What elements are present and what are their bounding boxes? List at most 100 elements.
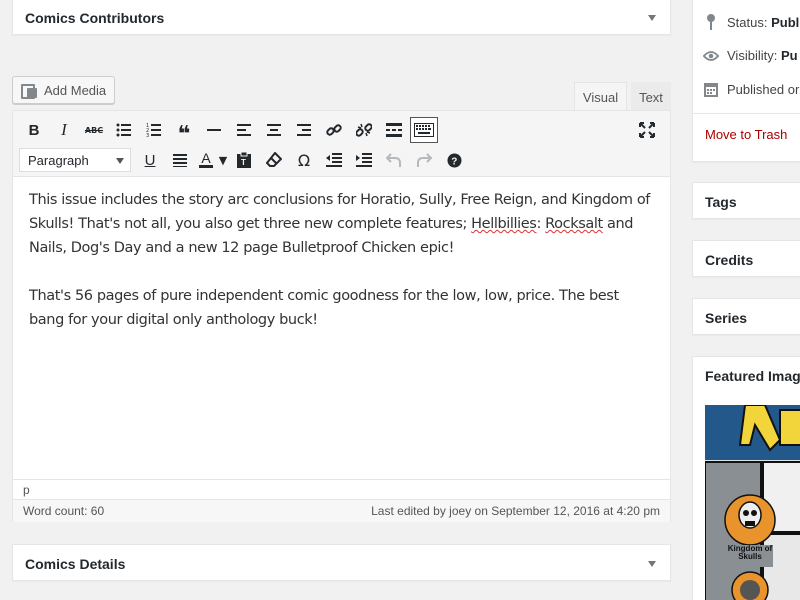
collapse-arrow-icon[interactable] (648, 15, 656, 21)
horizontal-line-icon (207, 129, 221, 131)
tags-title[interactable]: Tags (705, 194, 737, 210)
fullscreen-icon (639, 122, 655, 138)
text-color-dropdown-button[interactable]: ▼ (217, 146, 229, 174)
tab-text[interactable]: Text (631, 82, 671, 111)
chevron-down-icon (116, 158, 124, 164)
blockquote-button[interactable]: ❝ (169, 116, 199, 147)
comic-cover-image (705, 405, 800, 600)
help-button[interactable]: ? (439, 146, 469, 174)
last-edited: Last edited by joey on September 12, 201… (371, 504, 660, 518)
numbered-list-button[interactable]: 123 (139, 116, 169, 144)
move-to-trash-link[interactable]: Move to Trash (705, 127, 787, 142)
read-more-icon (386, 123, 402, 137)
series-title[interactable]: Series (705, 310, 747, 326)
featured-image-thumbnail[interactable]: Kingdom of Skulls (705, 405, 800, 600)
media-icon (21, 83, 38, 99)
add-media-label: Add Media (44, 82, 107, 98)
comics-contributors-title[interactable]: Comics Contributors (25, 10, 164, 26)
visibility-row: Visibility: Pu (703, 48, 798, 63)
visibility-text: Visibility: Pu (727, 48, 798, 63)
cover-logo-text: Kingdom of Skulls (727, 544, 773, 561)
indent-button[interactable] (349, 146, 379, 174)
featured-image-title[interactable]: Featured Image (705, 368, 800, 384)
toolbar-toggle-button[interactable] (410, 117, 438, 143)
justify-button[interactable] (165, 146, 195, 174)
format-select[interactable]: Paragraph (19, 148, 131, 172)
outdent-icon (326, 153, 342, 167)
element-path[interactable]: p (13, 479, 670, 499)
comics-details-title[interactable]: Comics Details (25, 556, 125, 572)
italic-button[interactable]: I (49, 116, 79, 144)
link-icon (326, 124, 342, 136)
text-color-swatch (199, 165, 213, 168)
editor-statusbar: Word count: 60 Last edited by joey on Se… (13, 499, 670, 522)
remove-link-button[interactable] (349, 116, 379, 144)
content-paragraph: This issue includes the story arc conclu… (29, 188, 654, 260)
svg-text:T: T (241, 158, 246, 167)
fullscreen-button[interactable] (632, 116, 662, 144)
comics-details-box: Comics Details (12, 544, 671, 581)
undo-icon (386, 153, 401, 167)
collapse-arrow-icon[interactable] (648, 561, 656, 567)
undo-button[interactable] (379, 146, 409, 174)
status-text: Status: Publi (727, 14, 800, 30)
bulleted-list-button[interactable] (109, 116, 139, 144)
read-more-button[interactable] (379, 116, 409, 144)
align-left-icon (237, 124, 251, 136)
svg-text:?: ? (451, 156, 457, 167)
clear-formatting-button[interactable] (259, 146, 289, 174)
publish-box: Status: Publi Visibility: Pu Published o… (692, 0, 800, 162)
bold-button[interactable]: B (19, 116, 49, 144)
numbered-list-icon: 123 (146, 123, 161, 137)
align-center-button[interactable] (259, 116, 289, 144)
series-box: Series (692, 298, 800, 335)
misspelled-word: Hellbillies (471, 216, 537, 232)
credits-box: Credits (692, 240, 800, 277)
eraser-icon (266, 152, 282, 167)
toolbar-row-2: Paragraph U A ▼ T Ω ? (19, 146, 469, 174)
content-text: : (536, 216, 546, 232)
word-count: Word count: 60 (23, 504, 105, 518)
align-justify-icon (173, 153, 187, 167)
align-right-icon (297, 124, 311, 136)
strikethrough-button[interactable]: ABC (79, 116, 109, 144)
editor-toolbar: B I ABC 123 ❝ Paragraph U A ▼ T Ω ? (13, 111, 670, 177)
align-right-button[interactable] (289, 116, 319, 144)
paste-as-text-button[interactable]: T (229, 146, 259, 174)
calendar-icon (703, 82, 719, 97)
format-select-value: Paragraph (28, 152, 89, 168)
toolbar-row-1: B I ABC 123 ❝ (19, 116, 438, 147)
insert-link-button[interactable] (319, 116, 349, 144)
pin-icon (703, 14, 719, 30)
credits-title[interactable]: Credits (705, 252, 753, 268)
content-paragraph: That's 56 pages of pure independent comi… (29, 288, 619, 328)
align-center-icon (267, 124, 281, 136)
text-color-button[interactable]: A (195, 146, 217, 174)
special-character-button[interactable]: Ω (289, 146, 319, 174)
editor: B I ABC 123 ❝ Paragraph U A ▼ T Ω ? This… (12, 110, 671, 522)
align-left-button[interactable] (229, 116, 259, 144)
divider (693, 113, 800, 114)
editor-content[interactable]: This issue includes the story arc conclu… (29, 188, 654, 356)
status-row: Status: Publi (703, 14, 800, 30)
eye-icon (703, 50, 719, 62)
outdent-button[interactable] (319, 146, 349, 174)
tags-box: Tags (692, 182, 800, 219)
published-row: Published or (703, 82, 799, 97)
horizontal-line-button[interactable] (199, 116, 229, 144)
published-text: Published or (727, 82, 800, 97)
misspelled-word: Rocksalt (545, 216, 603, 232)
add-media-button[interactable]: Add Media (12, 76, 115, 104)
tab-visual[interactable]: Visual (574, 82, 627, 111)
comics-contributors-box: Comics Contributors (12, 0, 671, 35)
unlink-icon (356, 123, 372, 137)
underline-button[interactable]: U (135, 146, 165, 174)
redo-icon (417, 153, 432, 167)
svg-text:3: 3 (146, 133, 149, 137)
indent-icon (356, 153, 372, 167)
featured-image-box: Featured Image Kingdom of Skulls (692, 356, 800, 600)
clipboard-icon: T (237, 152, 251, 168)
bulleted-list-icon (116, 123, 131, 137)
redo-button[interactable] (409, 146, 439, 174)
keyboard-icon (414, 123, 434, 137)
